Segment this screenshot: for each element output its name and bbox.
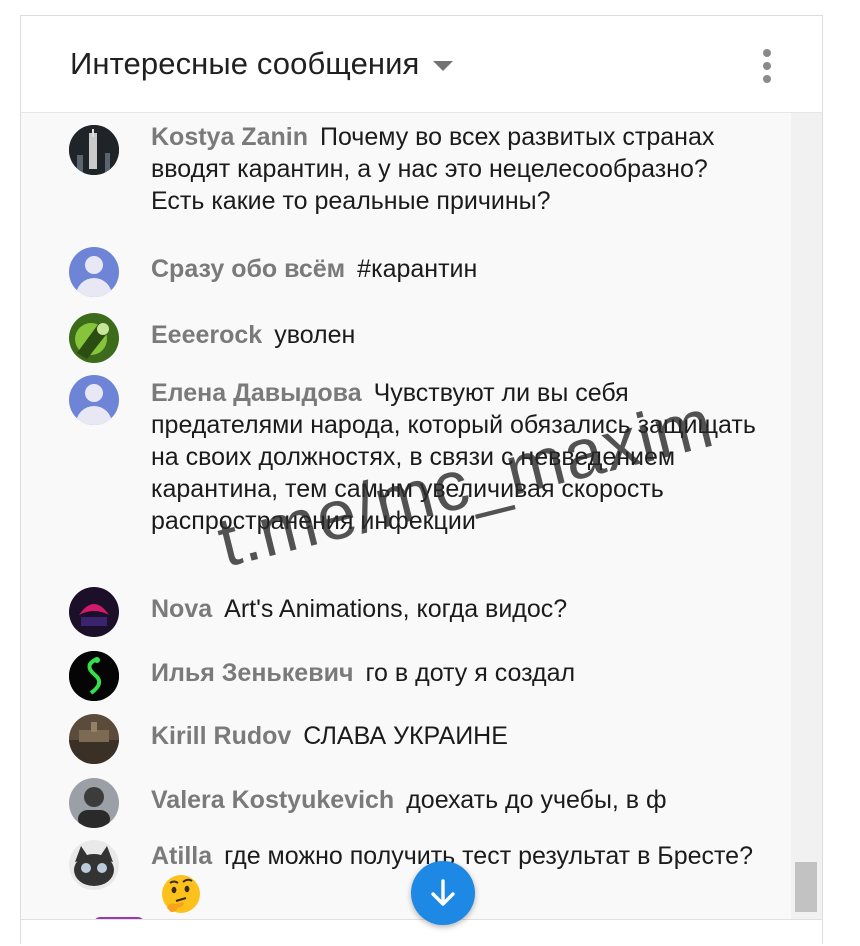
chat-title: Интересные сообщения [70,46,420,81]
avatar[interactable] [69,125,119,175]
avatar[interactable] [69,587,119,637]
message-author[interactable]: Сразу обо всём [151,255,345,283]
arrow-down-icon [431,879,455,906]
message-text: Art's Animations, когда видос? [224,595,568,623]
chat-header: Интересные сообщения [21,16,822,113]
message-text: СЛАВА УКРАИНЕ [303,722,508,750]
message-author[interactable]: Kostya Zanin [151,123,308,151]
message-author[interactable]: Atilla [151,842,212,870]
more-options-icon[interactable] [753,46,781,86]
chat-panel: Интересные сообщения Kostya Zanin Почему … [20,15,823,946]
message-text: #карантин [357,255,478,283]
avatar[interactable] [69,651,119,701]
message-author[interactable]: Valera Kostyukevich [151,786,394,814]
avatar[interactable] [69,714,119,764]
scrollbar-thumb[interactable] [795,862,817,912]
message-text: доехать до учебы, в ф [406,786,667,814]
chat-mode-dropdown[interactable]: Интересные сообщения [70,46,454,82]
avatar[interactable] [69,313,119,363]
message-text: го в доту я создал [365,659,576,687]
message-text: уволен [274,321,356,349]
scroll-to-bottom-button[interactable] [411,861,475,925]
scrollbar-track[interactable] [791,113,822,919]
avatar[interactable] [69,375,119,425]
message-text: где можно получить тест результат в Брес… [224,842,753,870]
avatar[interactable] [69,778,119,828]
message-author[interactable]: Nova [151,595,212,623]
chat-input-area [21,919,822,946]
thinking-face-icon [159,872,203,916]
avatar[interactable] [69,840,119,890]
message-author[interactable]: Елена Давыдова [151,379,362,407]
message-author[interactable]: Eeeerock [151,321,262,349]
message-author[interactable]: Илья Зенькевич [151,659,353,687]
caret-down-icon [433,61,454,71]
avatar[interactable] [69,247,119,297]
message-author[interactable]: Kirill Rudov [151,722,291,750]
message-list[interactable]: Kostya Zanin Почему во всех развитых стра… [21,113,791,919]
